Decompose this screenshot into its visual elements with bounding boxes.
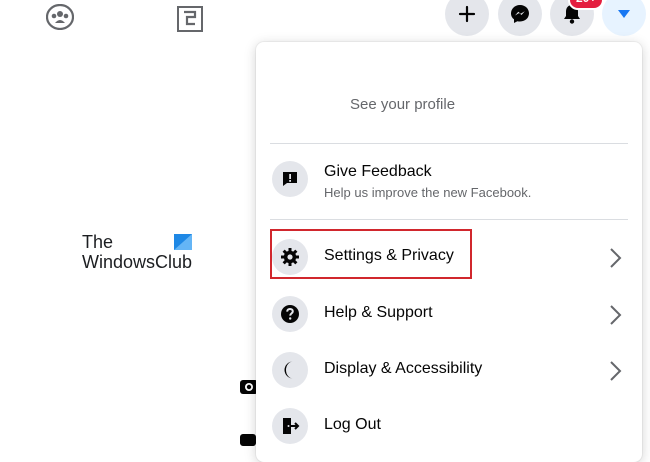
menu-item-help-support[interactable]: Help & Support [256, 288, 642, 340]
settings-privacy-label: Settings & Privacy [324, 247, 454, 264]
give-feedback-subtitle: Help us improve the new Facebook. [324, 185, 532, 200]
windowsclub-logo: The WindowsClub [82, 232, 202, 274]
help-support-label: Help & Support [324, 304, 433, 321]
groups-icon[interactable] [45, 3, 75, 31]
gaming-icon[interactable] [176, 4, 204, 32]
menu-item-log-out[interactable]: Log Out [256, 400, 642, 452]
caret-down-icon [618, 10, 630, 18]
log-out-label: Log Out [324, 416, 381, 433]
see-profile-label: See your profile [350, 96, 456, 113]
gear-icon [272, 239, 308, 275]
logo-text-line1: The [82, 232, 114, 252]
see-profile-row[interactable]: See your profile [256, 78, 642, 134]
display-accessibility-label: Display & Accessibility [324, 360, 483, 377]
logo-text-line2: WindowsClub [82, 252, 193, 272]
windows-flag-icon [174, 234, 192, 250]
moon-icon [272, 352, 308, 388]
notifications-badge: 20+ [568, 0, 605, 10]
account-menu: See your profile Give Feedback Help us i… [256, 42, 642, 462]
top-nav-left [0, 0, 240, 40]
menu-divider [270, 143, 628, 144]
question-icon [272, 296, 308, 332]
menu-item-give-feedback[interactable]: Give Feedback Help us improve the new Fa… [256, 153, 642, 205]
menu-item-settings-privacy[interactable]: Settings & Privacy [256, 231, 642, 283]
camera-icon[interactable] [238, 374, 258, 398]
chevron-right-icon [610, 361, 622, 381]
camera-icon-secondary[interactable] [238, 432, 256, 448]
plus-icon [458, 5, 476, 23]
give-feedback-label: Give Feedback [324, 163, 432, 180]
account-button[interactable] [602, 0, 646, 36]
menu-divider [270, 219, 628, 220]
feedback-icon [272, 161, 308, 197]
messenger-icon [511, 5, 529, 23]
chevron-right-icon [610, 248, 622, 268]
create-button[interactable] [445, 0, 489, 36]
messenger-button[interactable] [498, 0, 542, 36]
logout-icon [272, 408, 308, 444]
chevron-right-icon [610, 305, 622, 325]
menu-item-display-accessibility[interactable]: Display & Accessibility [256, 344, 642, 396]
